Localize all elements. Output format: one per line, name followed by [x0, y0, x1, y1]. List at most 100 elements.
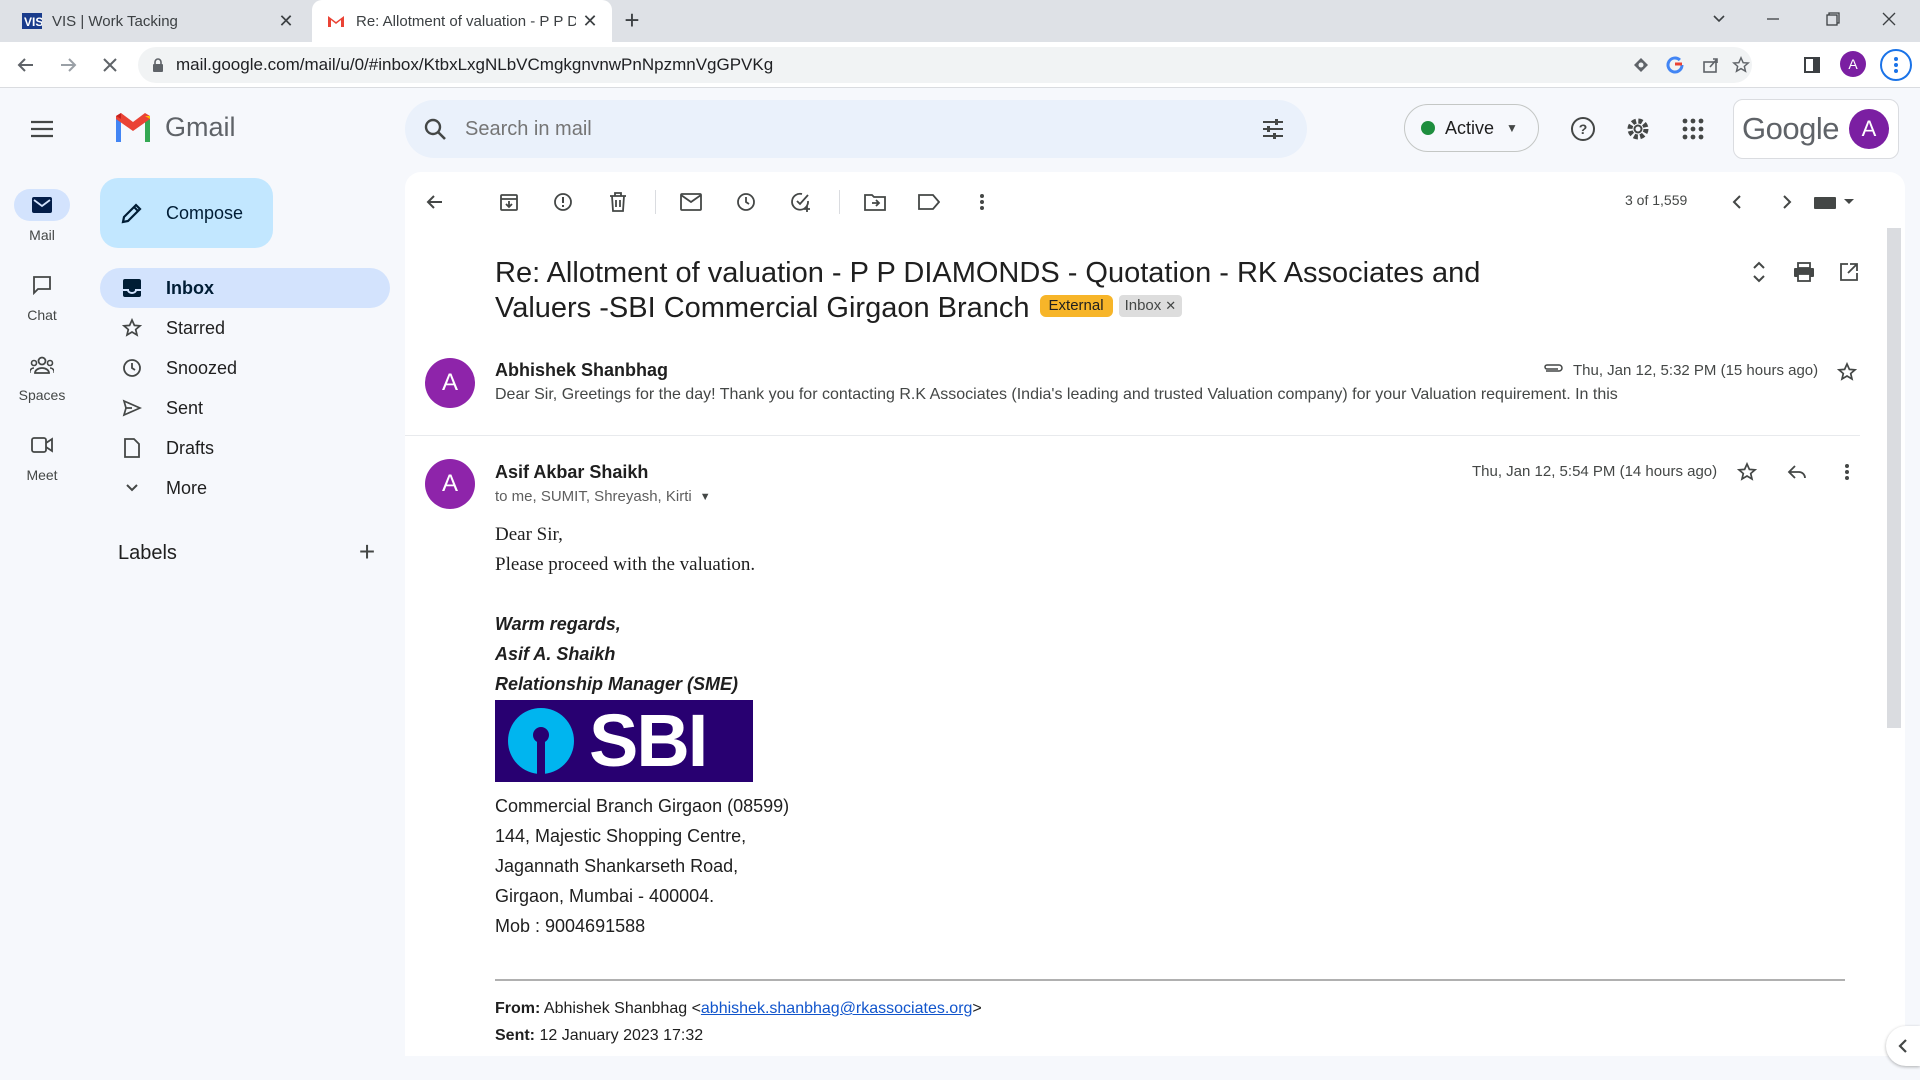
stop-loading-icon[interactable]: [96, 51, 124, 79]
settings-gear-icon[interactable]: [1622, 113, 1654, 145]
label-icon[interactable]: [913, 186, 945, 218]
browser-tab-gmail[interactable]: Re: Allotment of valuation - P P D ✕: [312, 0, 612, 42]
app-rail: Mail Chat Spaces Meet: [0, 169, 84, 1080]
restore-icon[interactable]: [1806, 0, 1860, 38]
nav-item-more[interactable]: More: [100, 468, 390, 508]
sender-avatar[interactable]: A: [425, 358, 475, 408]
back-to-inbox-icon[interactable]: [419, 186, 451, 218]
thread-subject: Re: Allotment of valuation - P P DIAMOND…: [495, 256, 1555, 326]
close-tab-icon[interactable]: ✕: [276, 11, 296, 31]
new-tab-button[interactable]: +: [620, 7, 644, 33]
sender-avatar[interactable]: A: [425, 459, 475, 509]
draft-icon: [120, 436, 144, 460]
scrollbar[interactable]: [1887, 228, 1901, 728]
rail-item-spaces[interactable]: Spaces: [0, 349, 84, 415]
tab-search-icon[interactable]: [1692, 0, 1746, 38]
archive-icon[interactable]: [493, 186, 525, 218]
more-options-icon[interactable]: [966, 186, 998, 218]
recipients-line[interactable]: to me, SUMIT, Shreyash, Kirti ▼: [495, 488, 711, 505]
back-icon[interactable]: [12, 51, 40, 79]
delete-icon[interactable]: [602, 186, 634, 218]
show-side-panel-chevron-icon[interactable]: [1886, 1026, 1920, 1066]
quoted-from-line: From: Abhishek Shanbhag <abhishek.shanbh…: [495, 1000, 982, 1018]
status-label: Active: [1445, 117, 1495, 138]
browser-profile-avatar[interactable]: A: [1840, 51, 1866, 77]
sbi-logo: SBI: [495, 700, 753, 782]
share-icon[interactable]: [1700, 54, 1722, 76]
sender-name[interactable]: Asif Akbar Shaikh: [495, 462, 648, 483]
help-icon[interactable]: ?: [1567, 113, 1599, 145]
rail-item-mail[interactable]: Mail: [0, 189, 84, 255]
gmail-logo[interactable]: Gmail: [113, 112, 236, 143]
expand-all-icon[interactable]: [1745, 258, 1773, 286]
mark-unread-icon[interactable]: [675, 186, 707, 218]
inbox-label-chip[interactable]: Inbox ✕: [1118, 295, 1183, 318]
add-label-icon[interactable]: +: [354, 538, 380, 566]
address-line: Girgaon, Mumbai - 400004.: [495, 886, 715, 906]
reply-icon[interactable]: [1783, 458, 1811, 486]
extension-icon[interactable]: [1630, 54, 1652, 76]
main-menu-icon[interactable]: [26, 113, 58, 145]
mailbox-nav: Inbox Starred Snoozed Sent Drafts More: [100, 268, 390, 508]
message-panel: 3 of 1,559 Re: Allotment of valuation - …: [405, 172, 1905, 1056]
google-lens-icon[interactable]: [1664, 54, 1686, 76]
close-tab-icon[interactable]: ✕: [580, 11, 600, 31]
status-selector[interactable]: Active ▼: [1404, 104, 1539, 152]
message-snippet[interactable]: Dear Sir, Greetings for the day! Thank y…: [495, 386, 1645, 404]
more-message-options-icon[interactable]: [1833, 458, 1861, 486]
compose-button[interactable]: Compose: [100, 178, 273, 248]
report-spam-icon[interactable]: [547, 186, 579, 218]
search-input[interactable]: [465, 117, 1225, 141]
apps-grid-icon[interactable]: [1677, 113, 1709, 145]
from-email-link[interactable]: abhishek.shanbhag@rkassociates.org: [701, 1000, 973, 1017]
star-icon[interactable]: [1733, 458, 1761, 486]
rail-item-chat[interactable]: Chat: [0, 269, 84, 335]
pencil-icon: [121, 203, 142, 224]
bookmark-star-icon[interactable]: [1730, 54, 1752, 76]
clock-icon: [120, 356, 144, 380]
address-bar[interactable]: mail.google.com/mail/u/0/#inbox/KtbxLxgN…: [138, 47, 1752, 83]
search-options-icon[interactable]: [1261, 117, 1285, 141]
star-icon[interactable]: [1833, 358, 1861, 386]
forward-icon[interactable]: [54, 51, 82, 79]
browser-tab-vis[interactable]: VIS VIS | Work Tacking ✕: [8, 0, 308, 42]
nav-item-drafts[interactable]: Drafts: [100, 428, 390, 468]
message-date: Thu, Jan 12, 5:54 PM (14 hours ago): [1472, 463, 1718, 480]
rail-item-meet[interactable]: Meet: [0, 429, 84, 495]
print-icon[interactable]: [1790, 258, 1818, 286]
open-in-new-window-icon[interactable]: [1835, 258, 1863, 286]
window-close-icon[interactable]: [1862, 0, 1916, 38]
nav-item-inbox[interactable]: Inbox: [100, 268, 390, 308]
input-tools-keyboard-icon[interactable]: [1809, 186, 1859, 218]
show-details-caret-icon[interactable]: ▼: [700, 491, 711, 503]
browser-menu-icon[interactable]: [1880, 49, 1912, 81]
google-account-button[interactable]: Google A: [1733, 99, 1899, 159]
older-chevron-right-icon[interactable]: [1771, 186, 1803, 218]
newer-chevron-left-icon[interactable]: [1721, 186, 1753, 218]
side-panel-icon[interactable]: [1798, 51, 1826, 79]
recipients-text: to me, SUMIT, Shreyash, Kirti: [495, 488, 692, 505]
lock-icon: [153, 57, 163, 72]
address-line: Jagannath Shankarseth Road,: [495, 856, 739, 876]
nav-label: Snoozed: [166, 357, 238, 378]
quoted-separator: [495, 979, 1845, 981]
nav-item-sent[interactable]: Sent: [100, 388, 390, 428]
move-to-icon[interactable]: [859, 186, 891, 218]
signature-title: Relationship Manager (SME): [495, 674, 739, 694]
address-line: Mob : 9004691588: [495, 916, 646, 936]
nav-label: Sent: [166, 397, 204, 418]
sender-name[interactable]: Abhishek Shanbhag: [495, 360, 668, 381]
search-icon[interactable]: [423, 117, 447, 141]
nav-item-snoozed[interactable]: Snoozed: [100, 348, 390, 388]
snooze-clock-icon[interactable]: [730, 186, 762, 218]
minimize-icon[interactable]: [1746, 0, 1800, 38]
star-icon: [120, 316, 144, 340]
svg-text:?: ?: [1579, 121, 1588, 137]
add-to-tasks-icon[interactable]: [785, 186, 817, 218]
search-bar[interactable]: [405, 100, 1307, 158]
chevron-down-icon: [120, 476, 144, 500]
caret-down-icon: ▼: [1506, 121, 1518, 135]
remove-label-icon[interactable]: ✕: [1165, 298, 1176, 313]
send-icon: [120, 396, 144, 420]
nav-item-starred[interactable]: Starred: [100, 308, 390, 348]
